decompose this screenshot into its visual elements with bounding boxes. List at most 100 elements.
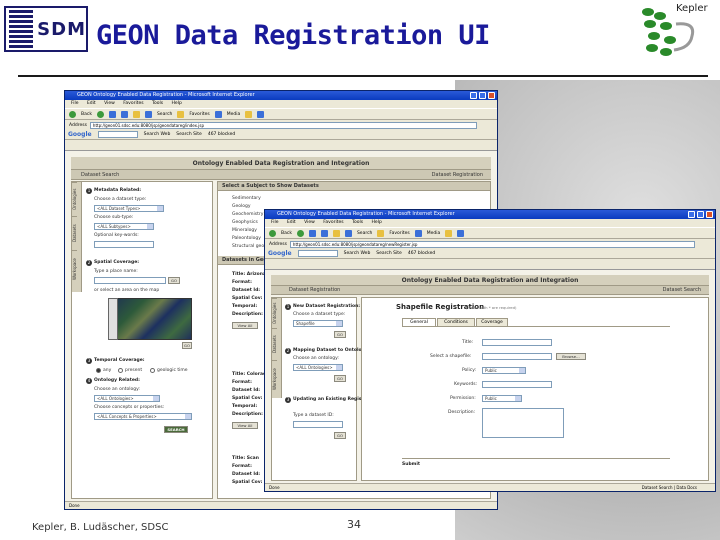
back-icon[interactable] [269, 229, 276, 237]
tab-general[interactable]: General [402, 318, 436, 326]
subject-item[interactable]: Sedimentary [232, 196, 261, 201]
keywords-input[interactable] [482, 381, 552, 388]
menu-file[interactable]: File [271, 220, 279, 225]
stop-icon[interactable] [308, 229, 316, 237]
ontology-select[interactable]: <ALL Ontologies> [293, 364, 343, 371]
media-icon[interactable] [414, 229, 422, 237]
address-input[interactable]: http://geon01.sdsc.edu:8080/jsp/geondata… [89, 121, 477, 129]
google-search-input[interactable] [297, 250, 338, 257]
description-textarea[interactable] [482, 408, 564, 438]
menu-favorites[interactable]: Favorites [123, 101, 143, 106]
temporal-present-radio[interactable] [118, 368, 123, 373]
search-icon[interactable] [144, 110, 152, 118]
tab-ontologies[interactable]: Ontologies [272, 298, 277, 328]
place-input[interactable] [94, 277, 166, 284]
minimize-button[interactable] [688, 211, 695, 218]
media-label[interactable]: Media [427, 231, 441, 236]
menu-favorites[interactable]: Favorites [323, 220, 343, 225]
forward-icon[interactable] [96, 110, 104, 118]
mail-icon[interactable] [445, 229, 453, 237]
policy-select[interactable]: Public [482, 367, 526, 374]
subject-item[interactable]: Geology [232, 204, 251, 209]
address-input[interactable]: http://geon01.sdsc.edu:8080/jsp/geondata… [289, 240, 695, 248]
maximize-button[interactable] [479, 92, 486, 99]
subtype-select[interactable]: <ALL Subtypes> [94, 223, 154, 230]
subbar-dataset-registration[interactable]: Dataset Registration [289, 287, 340, 293]
close-button[interactable] [706, 211, 713, 218]
search-label[interactable]: Search [157, 112, 172, 117]
subject-item[interactable]: Mineralogy [232, 228, 257, 233]
back-icon[interactable] [69, 110, 76, 118]
tab-datasets[interactable]: Datasets [72, 216, 77, 250]
shapefile-input[interactable] [482, 353, 552, 360]
place-go-button[interactable]: GO [168, 277, 180, 284]
search-label[interactable]: Search [357, 231, 372, 236]
browse-button[interactable]: Browse... [556, 353, 586, 360]
popup-blocked-count[interactable]: 467 blocked [208, 132, 235, 137]
home-icon[interactable] [132, 110, 140, 118]
menu-view[interactable]: View [104, 101, 115, 106]
tab-workspace[interactable]: Workspace [272, 360, 277, 398]
search-icon[interactable] [344, 229, 352, 237]
submit-button[interactable]: Submit [402, 462, 420, 467]
dataset-id-input[interactable] [293, 421, 343, 428]
subject-item[interactable]: Geophysics [232, 220, 258, 225]
temporal-any-radio[interactable] [96, 368, 101, 373]
step-1-go-button[interactable]: GO [334, 331, 346, 338]
refresh-icon[interactable] [120, 110, 128, 118]
forward-icon[interactable] [296, 229, 304, 237]
menu-tools[interactable]: Tools [152, 101, 163, 106]
maximize-button[interactable] [697, 211, 704, 218]
search-button[interactable]: SEARCH [164, 426, 188, 433]
record-2-view-button[interactable]: View All [232, 422, 258, 429]
dataset-type-select[interactable]: Shapefile [293, 320, 343, 327]
home-icon[interactable] [332, 229, 340, 237]
refresh-icon[interactable] [320, 229, 328, 237]
media-label[interactable]: Media [227, 112, 241, 117]
tab-datasets[interactable]: Datasets [272, 328, 277, 360]
print-icon[interactable] [257, 110, 265, 118]
menu-view[interactable]: View [304, 220, 315, 225]
menu-edit[interactable]: Edit [287, 220, 296, 225]
tab-coverage[interactable]: Coverage [476, 318, 508, 326]
map-zoom-controls[interactable] [108, 298, 118, 340]
step-3-go-button[interactable]: GO [334, 432, 346, 439]
record-1-view-button[interactable]: View All [232, 322, 258, 329]
menu-file[interactable]: File [71, 101, 79, 106]
title-input[interactable] [482, 339, 552, 346]
favorites-icon[interactable] [377, 229, 385, 237]
concept-select[interactable]: <ALL Concepts & Properties> [94, 413, 192, 420]
menu-tools[interactable]: Tools [352, 220, 363, 225]
favorites-label[interactable]: Favorites [389, 231, 409, 236]
temporal-geologic-radio[interactable] [150, 368, 155, 373]
menu-help[interactable]: Help [372, 220, 382, 225]
ontology-select[interactable]: <ALL Ontologies> [94, 395, 160, 402]
subbar-dataset-search[interactable]: Dataset Search [663, 286, 701, 295]
search-site-button[interactable]: Search Site [176, 132, 202, 137]
tab-workspace[interactable]: Workspace [72, 250, 77, 288]
map-go-button[interactable]: GO [182, 342, 192, 349]
step-2-go-button[interactable]: GO [334, 375, 346, 382]
menu-edit[interactable]: Edit [87, 101, 96, 106]
status-links[interactable]: Dataset Search | Data Docs [642, 484, 697, 491]
minimize-button[interactable] [470, 92, 477, 99]
favorites-icon[interactable] [177, 110, 185, 118]
popup-blocked-count[interactable]: 467 blocked [408, 251, 435, 256]
stop-icon[interactable] [108, 110, 116, 118]
search-site-button[interactable]: Search Site [376, 251, 402, 256]
media-icon[interactable] [214, 110, 222, 118]
google-search-input[interactable] [97, 131, 138, 138]
print-icon[interactable] [457, 229, 465, 237]
subbar-dataset-search[interactable]: Dataset Search [81, 172, 119, 178]
close-button[interactable] [488, 92, 495, 99]
back-label[interactable]: Back [281, 231, 292, 236]
tab-ontologies[interactable]: Ontologies [72, 182, 77, 216]
search-web-button[interactable]: Search Web [344, 251, 371, 256]
favorites-label[interactable]: Favorites [189, 112, 209, 117]
search-web-button[interactable]: Search Web [144, 132, 171, 137]
back-label[interactable]: Back [81, 112, 92, 117]
menu-help[interactable]: Help [172, 101, 182, 106]
world-map-image[interactable] [108, 298, 192, 340]
permission-select[interactable]: Public [482, 395, 522, 402]
subject-item[interactable]: Geochemistry [232, 212, 263, 217]
